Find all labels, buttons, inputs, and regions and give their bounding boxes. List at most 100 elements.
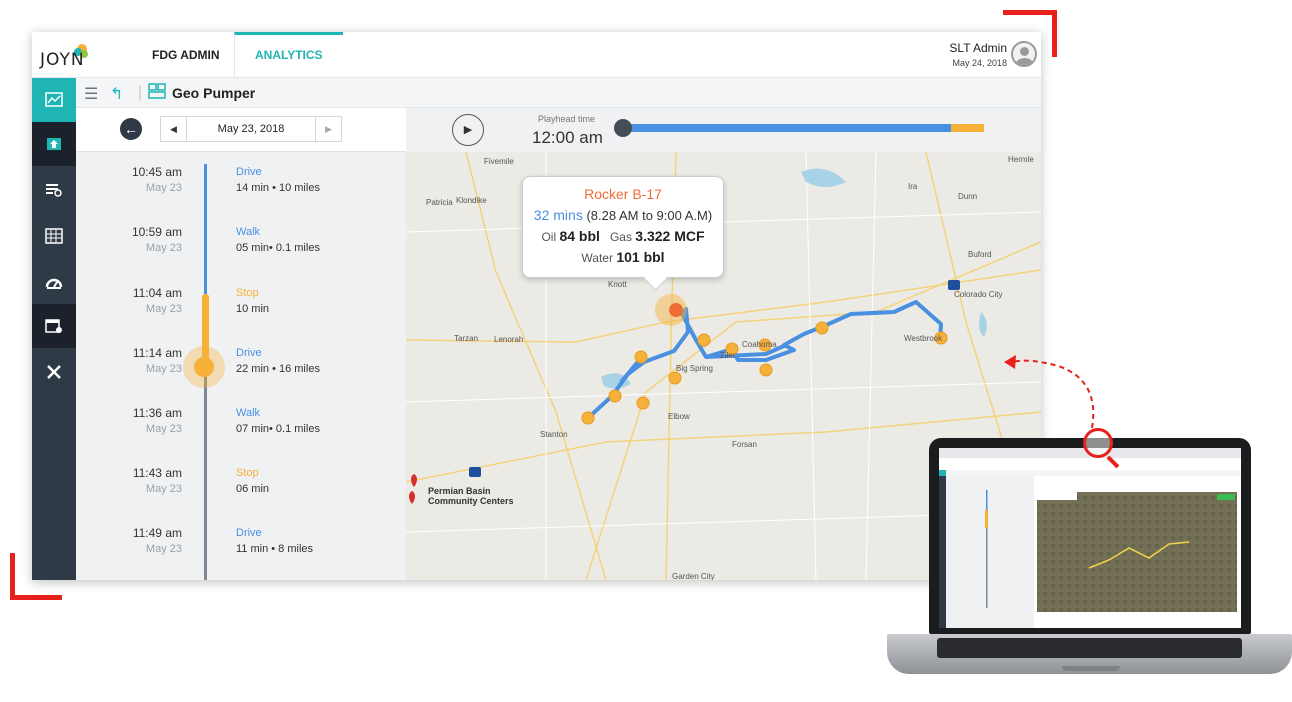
- entry-date: May 23: [145, 182, 182, 194]
- slider-segment-stop: [951, 124, 984, 132]
- timeline-entry[interactable]: 11:14 am May 23 Drive 22 min • 16 miles: [76, 346, 406, 396]
- chart-icon: [45, 92, 63, 107]
- popup-title: Rocker B-17: [584, 186, 662, 202]
- entry-type: Walk: [236, 226, 261, 238]
- timeline-entry[interactable]: 11:49 am May 23 Drive 11 min • 8 miles: [76, 526, 406, 576]
- playhead-time: 12:00 am: [532, 128, 603, 147]
- sub-header: ☰ ↰ | Geo Pumper: [76, 78, 1041, 108]
- entry-date: May 23: [145, 483, 182, 495]
- timeline-entry[interactable]: 10:59 am May 23 Walk 05 min• 0.1 miles: [76, 225, 406, 275]
- logo-text: JOYN: [40, 50, 85, 70]
- entry-detail: 22 min • 16 miles: [236, 363, 320, 375]
- entry-detail: 05 min• 0.1 miles: [236, 242, 320, 254]
- map-label: Coahoma: [742, 340, 777, 349]
- sidebar-item-reports[interactable]: [32, 168, 76, 212]
- laptop-screen: [939, 448, 1241, 628]
- entry-date: May 23: [145, 363, 182, 375]
- entry-time: 11:14 am: [132, 346, 182, 360]
- map-label: Lenorah: [494, 335, 524, 344]
- gas-label: Gas: [609, 230, 632, 244]
- gas-value: 3.322 MCF: [635, 228, 705, 244]
- poi-permian-basin[interactable]: Permian Basin Community Centers: [416, 486, 514, 506]
- top-bar: JOYN FDG ADMIN ANALYTICS SLT Admin May 2…: [32, 32, 1041, 78]
- popup-production-row: Oil 84 bbl Gas 3.322 MCF: [523, 228, 723, 244]
- entry-detail: 14 min • 10 miles: [236, 182, 320, 194]
- user-name: SLT Admin: [949, 41, 1007, 55]
- timeline-entry[interactable]: 11:36 am May 23 Walk 07 min• 0.1 miles: [76, 406, 406, 456]
- avatar-icon[interactable]: [1011, 41, 1037, 67]
- water-value: 101 bbl: [616, 249, 665, 265]
- entry-type: Stop: [236, 467, 259, 479]
- entry-type: Walk: [236, 407, 261, 419]
- map-label: Elbow: [668, 412, 690, 421]
- sidebar-item-home[interactable]: [32, 122, 76, 166]
- timeline-entry[interactable]: 11:43 am May 23 Stop 06 min: [76, 466, 406, 516]
- entry-date: May 23: [145, 543, 182, 555]
- map-label: Klondike: [456, 196, 487, 205]
- entry-time: 11:36 am: [132, 406, 182, 420]
- home-icon: [47, 138, 61, 150]
- sidebar-item-schedule[interactable]: [32, 304, 76, 348]
- sidebar-item-analytics[interactable]: [32, 78, 76, 122]
- play-button[interactable]: ▶: [452, 114, 484, 146]
- entry-date: May 23: [145, 242, 182, 254]
- timeline-entry[interactable]: 10:45 am May 23 Drive 14 min • 10 miles: [76, 165, 406, 215]
- playback-bar: ▶ Playhead time 12:00 am: [406, 108, 1041, 152]
- entry-time: 10:59 am: [131, 225, 182, 239]
- map-label: Colorado City: [954, 290, 1003, 299]
- user-date: May 24, 2018: [952, 58, 1007, 68]
- tools-icon: [47, 365, 61, 379]
- popup-duration: 32 mins: [533, 207, 583, 223]
- calendar-settings-icon: [45, 319, 62, 333]
- map-label: Dunn: [958, 192, 978, 201]
- entry-type: Stop: [236, 287, 259, 299]
- entry-type: Drive: [236, 347, 262, 359]
- laptop-notch: [1062, 666, 1120, 671]
- report-search-icon: [46, 184, 62, 197]
- entry-type: Drive: [236, 166, 262, 178]
- sidebar-item-tools[interactable]: [32, 350, 76, 394]
- date-next-button[interactable]: ▶: [315, 117, 341, 141]
- date-prev-button[interactable]: ◀: [161, 117, 187, 141]
- entry-time: 11:04 am: [132, 286, 182, 300]
- entry-date: May 23: [145, 423, 182, 435]
- oil-value: 84 bbl: [559, 228, 600, 244]
- nav-fdg-admin[interactable]: FDG ADMIN: [132, 32, 240, 78]
- slider-handle[interactable]: [614, 119, 632, 137]
- entry-detail: 06 min: [236, 483, 270, 495]
- entry-time: 11:49 am: [132, 526, 182, 540]
- date-value: May 23, 2018: [217, 123, 285, 135]
- menu-icon[interactable]: ☰: [84, 84, 98, 104]
- playhead-slider[interactable]: [614, 119, 988, 137]
- map-label: Patricia: [426, 198, 453, 207]
- map-label: Forsan: [732, 440, 757, 449]
- water-label: Water: [581, 251, 613, 265]
- map-label: Fivemile: [484, 157, 514, 166]
- map-label: Big Spring: [676, 364, 713, 373]
- timeline-entry[interactable]: 11:04 am May 23 Stop 10 min: [76, 286, 406, 336]
- popup-duration-row: 32 mins (8.28 AM to 9:00 A.M): [523, 207, 723, 223]
- divider: |: [138, 84, 143, 101]
- back-arrow-icon[interactable]: ↰: [110, 84, 123, 104]
- group-icon: [148, 83, 166, 104]
- poi-name-line2: Community Centers: [428, 496, 514, 506]
- map-label: Ira: [908, 182, 918, 191]
- entry-time: 10:45 am: [131, 165, 182, 179]
- back-circle-icon[interactable]: ←: [120, 118, 142, 140]
- sidebar-item-dashboard[interactable]: [32, 260, 76, 304]
- page-title: Geo Pumper: [172, 85, 256, 101]
- nav-analytics[interactable]: ANALYTICS: [234, 32, 343, 78]
- sidebar-rail: [32, 78, 76, 580]
- joyn-logo[interactable]: JOYN: [40, 42, 90, 72]
- well-popup: Rocker B-17 32 mins (8.28 AM to 9:00 A.M…: [522, 176, 724, 278]
- date-picker[interactable]: ◀ May 23, 2018 ▶: [160, 116, 342, 142]
- dashboard-icon: [45, 278, 63, 289]
- laptop-illustration: [887, 438, 1292, 690]
- sidebar-item-table[interactable]: [32, 214, 76, 258]
- map-label: Garden City: [672, 572, 715, 580]
- timeline-panel: ← ◀ May 23, 2018 ▶ 10:45 am May 23 Drive 14…: [76, 108, 406, 580]
- poi-name-line1: Permian Basin: [428, 486, 491, 496]
- date-bar: ← ◀ May 23, 2018 ▶: [76, 108, 406, 152]
- entry-detail: 07 min• 0.1 miles: [236, 423, 320, 435]
- entry-time: 11:43 am: [132, 466, 182, 480]
